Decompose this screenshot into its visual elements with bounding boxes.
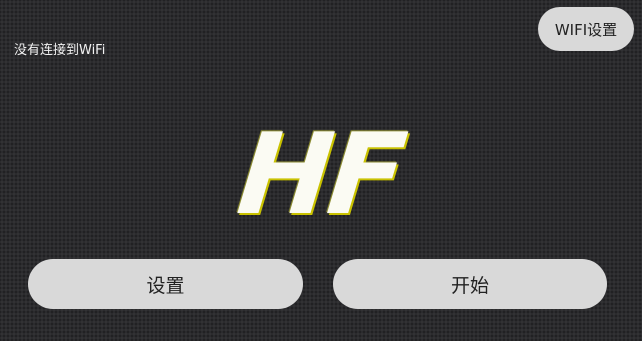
app-logo: HF [220, 110, 420, 240]
start-button[interactable]: 开始 [333, 259, 607, 309]
wifi-settings-button[interactable]: WIFI设置 [538, 7, 634, 51]
logo-text: HF [232, 110, 408, 240]
settings-button[interactable]: 设置 [28, 259, 303, 309]
wifi-status-text: 没有连接到WiFi [14, 43, 106, 58]
